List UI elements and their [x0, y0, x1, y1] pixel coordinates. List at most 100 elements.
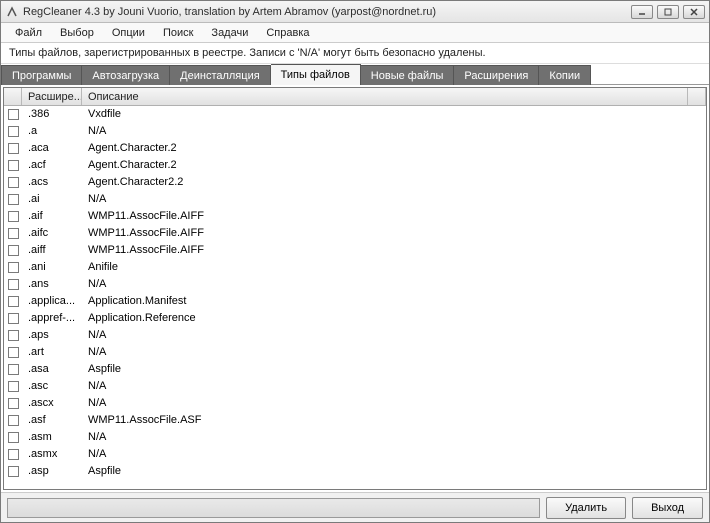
minimize-button[interactable] — [631, 5, 653, 19]
maximize-button[interactable] — [657, 5, 679, 19]
row-checkbox[interactable] — [4, 432, 22, 443]
column-header-extension[interactable]: Расшире... — [22, 88, 82, 105]
cell-extension: .386 — [22, 107, 82, 121]
table-row[interactable]: .acsAgent.Character2.2 — [4, 174, 706, 191]
tab-0[interactable]: Программы — [1, 65, 82, 85]
table-row[interactable]: .asmxN/A — [4, 446, 706, 463]
cell-extension: .ani — [22, 260, 82, 274]
tab-strip: ПрограммыАвтозагрузкаДеинсталляцияТипы ф… — [1, 64, 709, 85]
table-row[interactable]: .asaAspfile — [4, 361, 706, 378]
tab-4[interactable]: Новые файлы — [361, 65, 455, 85]
cell-extension: .acs — [22, 175, 82, 189]
cell-description: N/A — [82, 379, 706, 393]
checkbox-icon — [8, 432, 19, 443]
row-checkbox[interactable] — [4, 398, 22, 409]
column-header-checkbox[interactable] — [4, 88, 22, 105]
table-row[interactable]: .artN/A — [4, 344, 706, 361]
row-checkbox[interactable] — [4, 279, 22, 290]
checkbox-icon — [8, 398, 19, 409]
row-checkbox[interactable] — [4, 381, 22, 392]
table-row[interactable]: .appref-...Application.Reference — [4, 310, 706, 327]
menu-item-5[interactable]: Справка — [258, 25, 317, 41]
row-checkbox[interactable] — [4, 160, 22, 171]
checkbox-icon — [8, 415, 19, 426]
menu-item-4[interactable]: Задачи — [203, 25, 256, 41]
menu-bar: ФайлВыборОпцииПоискЗадачиСправка — [1, 23, 709, 43]
table-row[interactable]: .aiffWMP11.AssocFile.AIFF — [4, 242, 706, 259]
table-row[interactable]: .asfWMP11.AssocFile.ASF — [4, 412, 706, 429]
checkbox-icon — [8, 194, 19, 205]
checkbox-icon — [8, 347, 19, 358]
checkbox-icon — [8, 143, 19, 154]
menu-item-3[interactable]: Поиск — [155, 25, 201, 41]
row-checkbox[interactable] — [4, 415, 22, 426]
delete-button[interactable]: Удалить — [546, 497, 626, 519]
close-button[interactable] — [683, 5, 705, 19]
table-row[interactable]: .aN/A — [4, 123, 706, 140]
table-row[interactable]: .ascxN/A — [4, 395, 706, 412]
cell-extension: .a — [22, 124, 82, 138]
tab-3[interactable]: Типы файлов — [271, 64, 361, 85]
checkbox-icon — [8, 296, 19, 307]
row-checkbox[interactable] — [4, 330, 22, 341]
cell-description: N/A — [82, 328, 706, 342]
checkbox-icon — [8, 109, 19, 120]
tab-6[interactable]: Копии — [539, 65, 591, 85]
table-row[interactable]: .aniAnifile — [4, 259, 706, 276]
checkbox-icon — [8, 381, 19, 392]
menu-item-2[interactable]: Опции — [104, 25, 153, 41]
row-checkbox[interactable] — [4, 262, 22, 273]
cell-description: WMP11.AssocFile.ASF — [82, 413, 706, 427]
table-row[interactable]: .ansN/A — [4, 276, 706, 293]
table-row[interactable]: .386Vxdfile — [4, 106, 706, 123]
table-row[interactable]: .aifWMP11.AssocFile.AIFF — [4, 208, 706, 225]
exit-button[interactable]: Выход — [632, 497, 703, 519]
row-checkbox[interactable] — [4, 313, 22, 324]
row-checkbox[interactable] — [4, 228, 22, 239]
row-checkbox[interactable] — [4, 126, 22, 137]
row-checkbox[interactable] — [4, 449, 22, 460]
row-checkbox[interactable] — [4, 211, 22, 222]
table-row[interactable]: .apsN/A — [4, 327, 706, 344]
cell-extension: .asc — [22, 379, 82, 393]
row-checkbox[interactable] — [4, 177, 22, 188]
table-row[interactable]: .aiN/A — [4, 191, 706, 208]
table-row[interactable]: .ascN/A — [4, 378, 706, 395]
checkbox-icon — [8, 262, 19, 273]
row-checkbox[interactable] — [4, 194, 22, 205]
cell-description: Agent.Character.2 — [82, 141, 706, 155]
menu-item-1[interactable]: Выбор — [52, 25, 102, 41]
row-checkbox[interactable] — [4, 109, 22, 120]
cell-description: N/A — [82, 447, 706, 461]
checkbox-icon — [8, 211, 19, 222]
table-row[interactable]: .acfAgent.Character.2 — [4, 157, 706, 174]
menu-item-0[interactable]: Файл — [7, 25, 50, 41]
cell-extension: .ai — [22, 192, 82, 206]
cell-description: WMP11.AssocFile.AIFF — [82, 226, 706, 240]
row-checkbox[interactable] — [4, 245, 22, 256]
file-types-list[interactable]: Расшире... Описание .386Vxdfile.aN/A.aca… — [4, 88, 706, 489]
row-checkbox[interactable] — [4, 143, 22, 154]
tab-5[interactable]: Расширения — [454, 65, 539, 85]
table-row[interactable]: .applica...Application.Manifest — [4, 293, 706, 310]
cell-extension: .asmx — [22, 447, 82, 461]
checkbox-icon — [8, 177, 19, 188]
row-checkbox[interactable] — [4, 296, 22, 307]
tab-1[interactable]: Автозагрузка — [82, 65, 170, 85]
row-checkbox[interactable] — [4, 466, 22, 477]
checkbox-icon — [8, 313, 19, 324]
checkbox-icon — [8, 228, 19, 239]
row-checkbox[interactable] — [4, 347, 22, 358]
checkbox-icon — [8, 245, 19, 256]
column-header-description[interactable]: Описание — [82, 88, 688, 105]
cell-extension: .asf — [22, 413, 82, 427]
cell-extension: .appref-... — [22, 311, 82, 325]
cell-description: Application.Manifest — [82, 294, 706, 308]
table-row[interactable]: .acaAgent.Character.2 — [4, 140, 706, 157]
table-row[interactable]: .asmN/A — [4, 429, 706, 446]
tab-2[interactable]: Деинсталляция — [170, 65, 271, 85]
cell-description: N/A — [82, 396, 706, 410]
row-checkbox[interactable] — [4, 364, 22, 375]
table-row[interactable]: .aifcWMP11.AssocFile.AIFF — [4, 225, 706, 242]
table-row[interactable]: .aspAspfile — [4, 463, 706, 480]
